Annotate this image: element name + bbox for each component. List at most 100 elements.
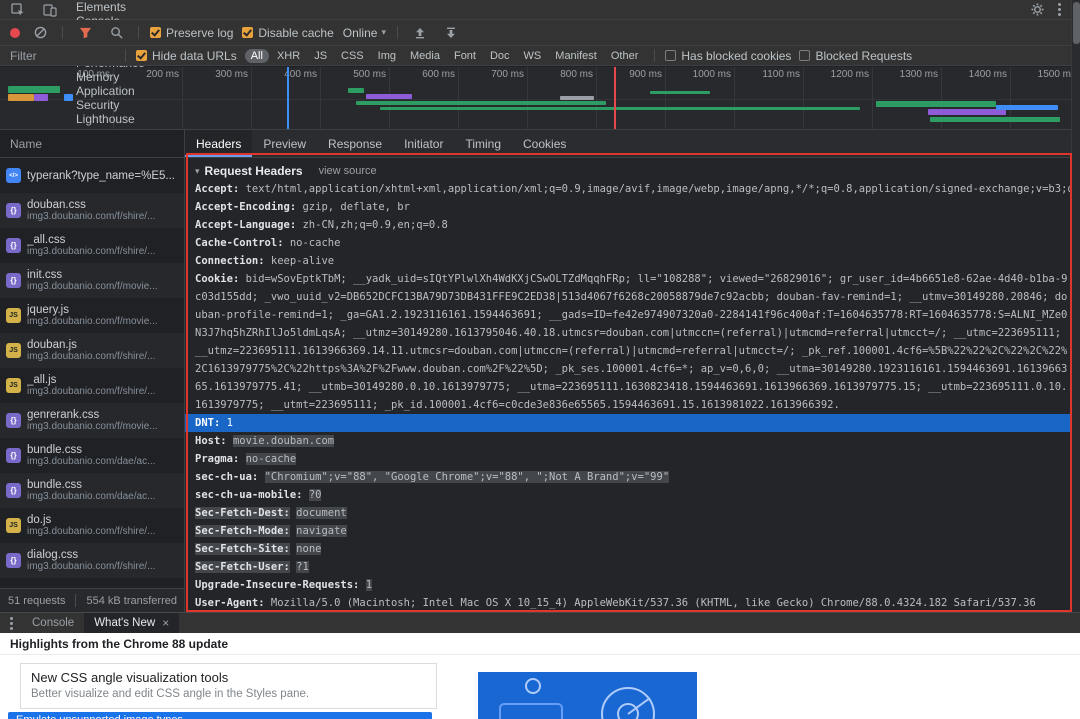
detail-tab[interactable]: Cookies bbox=[512, 130, 577, 157]
close-icon[interactable]: × bbox=[162, 617, 169, 629]
resource-type-filter[interactable]: All bbox=[244, 48, 269, 63]
headers-list: Accept: text/html,application/xhtml+xml,… bbox=[185, 180, 1080, 612]
tab-whats-new[interactable]: What's New × bbox=[84, 613, 180, 633]
resource-type-filter[interactable]: Other bbox=[605, 49, 645, 63]
request-row[interactable]: douban.css img3.doubanio.com/f/shire/... bbox=[0, 193, 184, 228]
resource-type-filter[interactable]: XHR bbox=[271, 49, 306, 63]
header-row[interactable]: Cookie: bid=wSovEptkTbM; __yadk_uid=sIQt… bbox=[185, 270, 1080, 414]
headers-content: ▾ Request Headers view source Accept: te… bbox=[185, 158, 1080, 612]
resource-type-filter[interactable]: JS bbox=[308, 49, 333, 63]
detail-tab[interactable]: Preview bbox=[252, 130, 317, 157]
inspect-element-icon[interactable] bbox=[7, 2, 29, 17]
header-name: Accept: bbox=[195, 183, 240, 195]
header-row[interactable]: Sec-Fetch-User: ?1 bbox=[185, 558, 1080, 576]
detail-tabbar: Headers Preview Response Initiator Timing Coo… bbox=[185, 130, 1080, 158]
header-row[interactable]: DNT: 1 bbox=[185, 414, 1080, 432]
disable-cache-checkbox[interactable]: Disable cache bbox=[242, 25, 334, 40]
devtools-tab[interactable]: Security bbox=[68, 98, 153, 112]
detail-tab[interactable]: Headers bbox=[185, 130, 253, 157]
header-row[interactable]: sec-ch-ua-mobile: ?0 bbox=[185, 486, 1080, 504]
header-row[interactable]: User-Agent: Mozilla/5.0 (Macintosh; Inte… bbox=[185, 594, 1080, 612]
import-har-icon[interactable] bbox=[409, 27, 431, 39]
clear-icon[interactable] bbox=[29, 26, 51, 39]
disable-cache-label: Disable cache bbox=[258, 25, 334, 40]
kebab-menu-icon[interactable] bbox=[1048, 0, 1070, 19]
file-type-icon bbox=[6, 483, 21, 498]
whats-new-next-item[interactable]: Emulate unsupported image types bbox=[8, 712, 432, 719]
request-name: bundle.css bbox=[27, 479, 82, 491]
request-row[interactable]: dialog.css img3.doubanio.com/f/shire/... bbox=[0, 543, 184, 578]
detail-tab[interactable]: Response bbox=[317, 130, 393, 157]
scrollbar-thumb[interactable] bbox=[1073, 2, 1080, 44]
detail-tab[interactable]: Initiator bbox=[393, 130, 454, 157]
device-toolbar-icon[interactable] bbox=[39, 3, 61, 17]
header-row[interactable]: Upgrade-Insecure-Requests: 1 bbox=[185, 576, 1080, 594]
header-value: bid=wSovEptkTbM; __yadk_uid=sIQtYPlwlXh4… bbox=[195, 273, 1068, 411]
request-domain: img3.doubanio.com/f/movie... bbox=[27, 281, 158, 292]
disclosure-triangle-icon[interactable]: ▾ bbox=[195, 166, 200, 177]
request-row[interactable]: _all.js img3.doubanio.com/f/shire/... bbox=[0, 368, 184, 403]
preserve-log-checkbox[interactable]: Preserve log bbox=[150, 26, 233, 40]
resource-type-filter[interactable]: Media bbox=[404, 49, 446, 63]
whats-new-card[interactable]: New CSS angle visualization tools Better… bbox=[20, 663, 437, 709]
request-detail-panel: Headers Preview Response Initiator Timing Coo… bbox=[185, 130, 1080, 612]
detail-tab[interactable]: Timing bbox=[454, 130, 512, 157]
devtools-tab[interactable]: Memory bbox=[68, 70, 153, 84]
request-row[interactable]: typerank?type_name=%E5... bbox=[0, 158, 184, 193]
vertical-scrollbar[interactable] bbox=[1071, 0, 1080, 612]
view-source-link[interactable]: view source bbox=[319, 165, 377, 177]
resource-type-filter[interactable]: CSS bbox=[335, 49, 370, 63]
throttling-dropdown[interactable]: Online ▾ bbox=[343, 26, 386, 40]
filter-input[interactable] bbox=[10, 48, 115, 63]
header-row[interactable]: Sec-Fetch-Dest: document bbox=[185, 504, 1080, 522]
header-row[interactable]: Accept-Encoding: gzip, deflate, br bbox=[185, 198, 1080, 216]
settings-gear-icon[interactable] bbox=[1026, 0, 1048, 19]
request-row[interactable]: jquery.js img3.doubanio.com/f/movie... bbox=[0, 298, 184, 333]
header-row[interactable]: Pragma: no-cache bbox=[185, 450, 1080, 468]
resource-type-filter[interactable]: Img bbox=[372, 49, 402, 63]
header-name: Cache-Control: bbox=[195, 237, 284, 249]
export-har-icon[interactable] bbox=[440, 27, 462, 39]
whats-new-heading: Highlights from the Chrome 88 update bbox=[0, 633, 1080, 655]
devtools-tab[interactable]: Lighthouse bbox=[68, 112, 153, 126]
has-blocked-cookies-checkbox[interactable]: Has blocked cookies bbox=[665, 49, 791, 63]
header-row[interactable]: Accept-Language: zh-CN,zh;q=0.9,en;q=0.8 bbox=[185, 216, 1080, 234]
blocked-requests-checkbox[interactable]: Blocked Requests bbox=[799, 49, 912, 63]
hide-data-urls-checkbox[interactable]: Hide data URLs bbox=[136, 49, 237, 63]
drawer-menu-icon[interactable] bbox=[0, 613, 22, 633]
header-value: Mozilla/5.0 (Macintosh; Intel Mac OS X 1… bbox=[270, 597, 1036, 609]
resource-type-filter[interactable]: WS bbox=[518, 49, 548, 63]
file-type-icon bbox=[6, 273, 21, 288]
request-row[interactable]: _all.css img3.doubanio.com/f/shire/... bbox=[0, 228, 184, 263]
resource-type-filter[interactable]: Doc bbox=[484, 49, 516, 63]
network-overview-timeline[interactable]: 100 ms 200 ms 300 ms 400 ms 500 ms 600 ms 700 … bbox=[0, 67, 1080, 130]
whats-new-body: New CSS angle visualization tools Better… bbox=[0, 655, 1080, 719]
header-row[interactable]: Sec-Fetch-Site: none bbox=[185, 540, 1080, 558]
request-row[interactable]: genrerank.css img3.doubanio.com/f/movie.… bbox=[0, 403, 184, 438]
request-row[interactable]: douban.js img3.doubanio.com/f/shire/... bbox=[0, 333, 184, 368]
header-name: Sec-Fetch-Mode: bbox=[195, 525, 290, 537]
header-row[interactable]: Accept: text/html,application/xhtml+xml,… bbox=[185, 180, 1080, 198]
devtools-tab[interactable]: Elements bbox=[68, 0, 153, 14]
header-row[interactable]: Connection: keep-alive bbox=[185, 252, 1080, 270]
request-domain: img3.doubanio.com/f/shire/... bbox=[27, 246, 156, 257]
devtools-tab[interactable]: Application bbox=[68, 84, 153, 98]
header-value: none bbox=[296, 543, 322, 555]
header-value: document bbox=[296, 507, 347, 519]
record-button[interactable] bbox=[10, 27, 20, 38]
resource-type-filter[interactable]: Font bbox=[448, 49, 482, 63]
request-row[interactable]: do.js img3.doubanio.com/f/shire/... bbox=[0, 508, 184, 543]
name-column-header[interactable]: Name bbox=[0, 130, 184, 158]
filter-funnel-icon[interactable] bbox=[74, 26, 96, 39]
chevron-down-icon: ▾ bbox=[381, 27, 386, 37]
header-row[interactable]: sec-ch-ua: "Chromium";v="88", "Google Ch… bbox=[185, 468, 1080, 486]
header-row[interactable]: Cache-Control: no-cache bbox=[185, 234, 1080, 252]
search-icon[interactable] bbox=[105, 26, 127, 39]
header-row[interactable]: Host: movie.douban.com bbox=[185, 432, 1080, 450]
request-row[interactable]: bundle.css img3.doubanio.com/dae/ac... bbox=[0, 438, 184, 473]
request-row[interactable]: bundle.css img3.doubanio.com/dae/ac... bbox=[0, 473, 184, 508]
header-row[interactable]: Sec-Fetch-Mode: navigate bbox=[185, 522, 1080, 540]
resource-type-filter[interactable]: Manifest bbox=[549, 49, 603, 63]
tab-console[interactable]: Console bbox=[22, 613, 84, 633]
request-row[interactable]: init.css img3.doubanio.com/f/movie... bbox=[0, 263, 184, 298]
